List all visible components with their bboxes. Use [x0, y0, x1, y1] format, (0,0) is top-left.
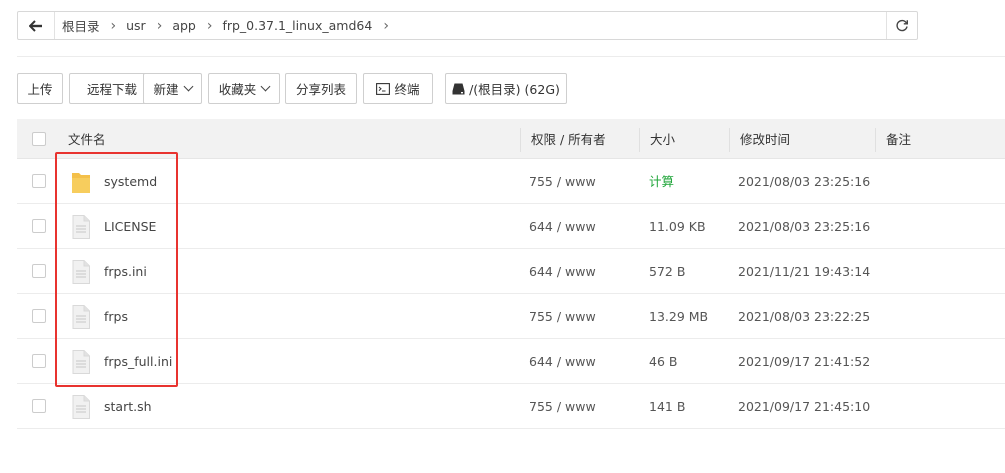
- file-name[interactable]: frps: [104, 294, 128, 339]
- terminal-icon: [376, 82, 391, 95]
- arrow-left-icon: [29, 19, 42, 32]
- share-list-label: 分享列表: [295, 82, 346, 97]
- file-mtime: 2021/08/03 23:22:25: [738, 309, 871, 324]
- file-permission[interactable]: 644 / www: [529, 204, 596, 249]
- file-name[interactable]: start.sh: [104, 384, 152, 429]
- column-header-note: 备注: [886, 132, 912, 147]
- file-mtime: 2021/09/17 21:41:52: [738, 354, 871, 369]
- terminal-label: 终端: [394, 82, 420, 97]
- breadcrumb-item-app[interactable]: app: [172, 18, 196, 33]
- table-row[interactable]: LICENSE 644 / www 11.09 KB 2021/08/03 23:25…: [17, 204, 1005, 249]
- table-header: 文件名 权限 / 所有者 大小 修改时间 备注: [17, 119, 1005, 159]
- share-list-button[interactable]: 分享列表: [285, 73, 357, 104]
- file-name[interactable]: systemd: [104, 159, 157, 204]
- column-divider: [729, 128, 730, 152]
- file-mtime: 2021/08/03 23:25:16: [738, 219, 871, 234]
- file-icon: [72, 350, 90, 374]
- file-icon: [72, 305, 90, 329]
- column-header-mtime[interactable]: 修改时间: [740, 119, 790, 159]
- file-permission[interactable]: 644 / www: [529, 249, 596, 294]
- favorites-dropdown-button[interactable]: 收藏夹: [208, 73, 280, 104]
- file-permission[interactable]: 755 / www: [529, 159, 596, 204]
- file-permission[interactable]: 644 / www: [529, 339, 596, 384]
- file-icon: [72, 260, 90, 284]
- file-size: 11.09 KB: [649, 219, 706, 234]
- breadcrumb-item-frp[interactable]: frp_0.37.1_linux_amd64: [222, 18, 372, 33]
- row-checkbox[interactable]: [32, 264, 46, 278]
- file-name[interactable]: LICENSE: [104, 204, 156, 249]
- table-row[interactable]: systemd 755 / www 计算 2021/08/03 23:25:16: [17, 159, 1005, 204]
- remote-download-label: 远程下载: [86, 82, 137, 97]
- file-permission[interactable]: 755 / www: [529, 384, 596, 429]
- favorites-label: 收藏夹: [218, 82, 257, 97]
- row-checkbox[interactable]: [32, 309, 46, 323]
- row-checkbox[interactable]: [32, 354, 46, 368]
- table-row[interactable]: frps_full.ini 644 / www 46 B 2021/09/17 21:…: [17, 339, 1005, 384]
- column-divider: [639, 128, 640, 152]
- upload-button[interactable]: 上传: [17, 73, 63, 104]
- column-header-name[interactable]: 文件名: [68, 119, 106, 159]
- table-row[interactable]: frps 755 / www 13.29 MB 2021/08/03 23:22:25: [17, 294, 1005, 339]
- chevron-right-icon: ›: [206, 17, 213, 34]
- path-bar: 根目录 › usr › app › frp_0.37.1_linux_amd64…: [17, 11, 918, 40]
- file-name[interactable]: frps_full.ini: [104, 339, 172, 384]
- chevron-down-icon: [183, 81, 193, 92]
- file-permission[interactable]: 755 / www: [529, 294, 596, 339]
- file-size: 572 B: [649, 264, 686, 279]
- table-row[interactable]: frps.ini 644 / www 572 B 2021/11/21 19:43:1…: [17, 249, 1005, 294]
- file-size: 141 B: [649, 399, 686, 414]
- disk-icon: [452, 83, 465, 94]
- row-checkbox[interactable]: [32, 399, 46, 413]
- upload-button-label: 上传: [27, 82, 53, 97]
- column-header-size[interactable]: 大小: [650, 119, 675, 159]
- back-button[interactable]: [18, 12, 55, 39]
- disk-label: /(根目录) (62G): [469, 82, 560, 97]
- breadcrumb: 根目录 › usr › app › frp_0.37.1_linux_amd64…: [62, 12, 399, 39]
- new-label: 新建: [153, 82, 179, 97]
- file-icon: [72, 215, 90, 239]
- file-icon: [72, 395, 90, 419]
- calc-size-link[interactable]: 计算: [649, 159, 674, 204]
- file-size: 13.29 MB: [649, 309, 709, 324]
- column-divider: [520, 128, 521, 152]
- chevron-right-icon: ›: [156, 17, 163, 34]
- row-checkbox[interactable]: [32, 174, 46, 188]
- select-all-checkbox[interactable]: [32, 132, 46, 146]
- breadcrumb-item-root[interactable]: 根目录: [62, 16, 100, 35]
- file-mtime: 2021/08/03 23:25:16: [738, 174, 871, 189]
- file-name[interactable]: frps.ini: [104, 249, 147, 294]
- divider: [17, 56, 1005, 57]
- column-header-permission[interactable]: 权限 / 所有者: [531, 119, 606, 159]
- folder-icon: [72, 173, 90, 193]
- disk-button[interactable]: /(根目录) (62G): [445, 73, 567, 104]
- chevron-right-icon: ›: [383, 17, 389, 34]
- file-size: 46 B: [649, 354, 678, 369]
- new-dropdown-button[interactable]: 新建: [143, 73, 202, 104]
- file-mtime: 2021/11/21 19:43:14: [738, 264, 871, 279]
- table-row[interactable]: start.sh 755 / www 141 B 2021/09/17 21:45:1…: [17, 384, 1005, 429]
- column-divider: [875, 128, 876, 152]
- refresh-icon: [896, 19, 908, 31]
- file-mtime: 2021/09/17 21:45:10: [738, 399, 871, 414]
- breadcrumb-item-usr[interactable]: usr: [126, 18, 146, 33]
- terminal-button[interactable]: 终端: [363, 73, 433, 104]
- chevron-down-icon: [260, 81, 271, 92]
- refresh-button[interactable]: [886, 12, 917, 39]
- row-checkbox[interactable]: [32, 219, 46, 233]
- chevron-right-icon: ›: [110, 17, 117, 34]
